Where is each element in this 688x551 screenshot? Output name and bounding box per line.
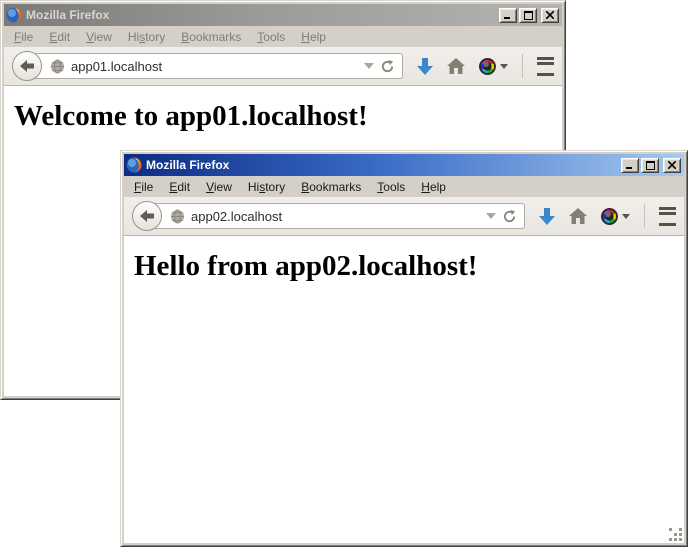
menu-button[interactable] <box>659 207 676 226</box>
menu-view[interactable]: View <box>198 178 240 196</box>
window-title: Mozilla Firefox <box>26 8 495 22</box>
minimize-icon <box>504 11 512 19</box>
extension-button[interactable] <box>479 58 508 75</box>
page-content: Hello from app02.localhost! <box>124 236 684 543</box>
back-icon <box>20 60 34 72</box>
url-text[interactable]: app02.localhost <box>191 209 480 224</box>
menu-edit[interactable]: Edit <box>41 28 78 46</box>
color-wheel-extension-icon <box>601 208 618 225</box>
close-button[interactable] <box>541 8 559 23</box>
minimize-button[interactable] <box>499 8 517 23</box>
menu-tools[interactable]: Tools <box>249 28 293 46</box>
navigation-toolbar: app02.localhost <box>124 197 684 236</box>
url-bar[interactable]: app02.localhost <box>147 203 525 229</box>
globe-icon <box>170 209 185 224</box>
titlebar[interactable]: Mozilla Firefox <box>124 154 684 176</box>
chevron-down-icon <box>500 64 508 69</box>
menu-file[interactable]: File <box>126 178 161 196</box>
menu-history[interactable]: History <box>120 28 173 46</box>
reload-icon[interactable] <box>502 209 517 224</box>
window-controls <box>499 8 560 23</box>
page-heading: Welcome to app01.localhost! <box>14 100 562 133</box>
hamburger-menu-icon <box>537 57 554 76</box>
resize-grip[interactable] <box>669 528 683 542</box>
maximize-button[interactable] <box>519 8 537 23</box>
urlbar-dropdown-icon[interactable] <box>486 213 496 219</box>
home-icon <box>447 58 465 74</box>
chevron-down-icon <box>622 214 630 219</box>
maximize-button[interactable] <box>641 158 659 173</box>
desktop: Mozilla Firefox FileEditViewHistoryBookm… <box>0 0 688 551</box>
menu-help[interactable]: Help <box>413 178 454 196</box>
home-button[interactable] <box>569 208 587 224</box>
firefox-window-app02: Mozilla Firefox FileEditViewHistoryBookm… <box>120 150 688 547</box>
extension-button[interactable] <box>601 208 630 225</box>
menu-history[interactable]: History <box>240 178 293 196</box>
menu-button[interactable] <box>537 57 554 76</box>
home-icon <box>569 208 587 224</box>
window-controls <box>621 158 682 173</box>
firefox-logo-icon <box>6 7 22 23</box>
download-icon <box>539 208 555 225</box>
hamburger-menu-icon <box>659 207 676 226</box>
urlbar-dropdown-icon[interactable] <box>364 63 374 69</box>
menu-tools[interactable]: Tools <box>369 178 413 196</box>
back-icon <box>140 210 154 222</box>
download-button[interactable] <box>539 208 555 225</box>
url-bar[interactable]: app01.localhost <box>27 53 403 79</box>
minimize-button[interactable] <box>621 158 639 173</box>
close-icon <box>668 161 676 169</box>
menu-file[interactable]: File <box>6 28 41 46</box>
back-button[interactable] <box>12 51 42 81</box>
firefox-logo-icon <box>126 157 142 173</box>
titlebar[interactable]: Mozilla Firefox <box>4 4 562 26</box>
download-button[interactable] <box>417 58 433 75</box>
reload-icon[interactable] <box>380 59 395 74</box>
menu-edit[interactable]: Edit <box>161 178 198 196</box>
menu-help[interactable]: Help <box>293 28 334 46</box>
home-button[interactable] <box>447 58 465 74</box>
page-heading: Hello from app02.localhost! <box>134 250 684 283</box>
menu-bookmarks[interactable]: Bookmarks <box>173 28 249 46</box>
url-text[interactable]: app01.localhost <box>71 59 358 74</box>
menubar: FileEditViewHistoryBookmarksToolsHelp <box>124 176 684 197</box>
maximize-icon <box>524 11 533 20</box>
download-icon <box>417 58 433 75</box>
navigation-toolbar: app01.localhost <box>4 47 562 86</box>
maximize-icon <box>646 161 655 170</box>
menu-view[interactable]: View <box>78 28 120 46</box>
globe-icon <box>50 59 65 74</box>
toolbar-separator <box>644 204 645 228</box>
close-button[interactable] <box>663 158 681 173</box>
window-title: Mozilla Firefox <box>146 158 617 172</box>
close-icon <box>546 11 554 19</box>
menubar: FileEditViewHistoryBookmarksToolsHelp <box>4 26 562 47</box>
toolbar-separator <box>522 54 523 78</box>
menu-bookmarks[interactable]: Bookmarks <box>293 178 369 196</box>
back-button[interactable] <box>132 201 162 231</box>
minimize-icon <box>626 161 634 169</box>
color-wheel-extension-icon <box>479 58 496 75</box>
